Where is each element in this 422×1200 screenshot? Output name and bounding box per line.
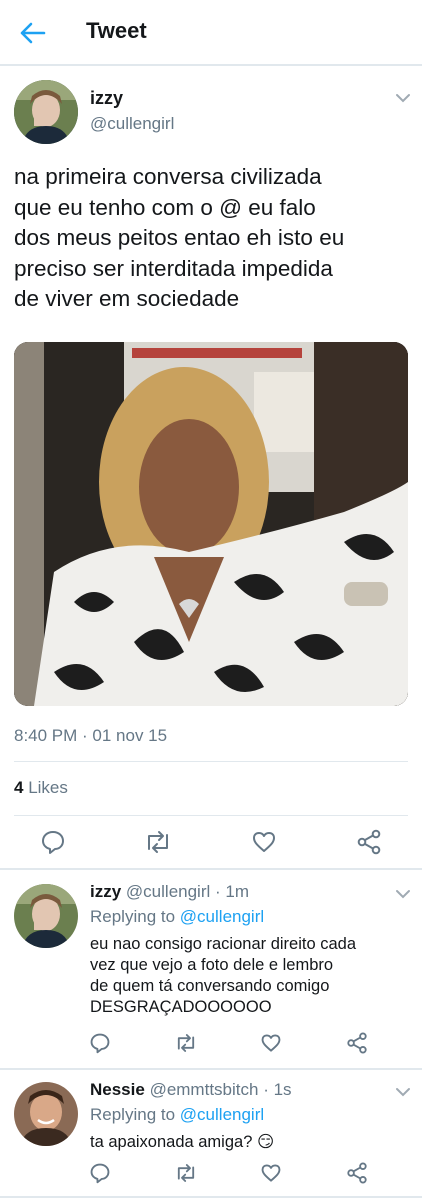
chevron-down-icon[interactable] — [395, 888, 411, 900]
likes-count: 4 — [14, 778, 24, 797]
reply-text-line: DESGRAÇADOOOOOO — [90, 998, 272, 1016]
tweet-text-line: que eu tenho com o @ eu falo — [14, 194, 316, 220]
tweet-text-line: de viver em sociedade — [14, 286, 240, 311]
likes-stat[interactable]: 4 Likes — [14, 778, 68, 798]
reply-icon[interactable] — [40, 829, 66, 855]
retweet-icon[interactable] — [174, 1162, 198, 1184]
author-name[interactable]: izzy — [90, 88, 123, 109]
retweet-icon[interactable] — [174, 1032, 198, 1054]
top-bar: Tweet — [0, 0, 422, 66]
reply-time: · 1m — [215, 882, 250, 901]
replying-to-handle[interactable]: @cullengirl — [180, 1105, 264, 1124]
section-divider — [0, 868, 422, 870]
reply-time: · 1s — [263, 1080, 292, 1099]
reply-avatar[interactable] — [14, 884, 78, 948]
reply-text: eu nao consigo racionar direito cada vez… — [90, 934, 410, 1018]
divider — [14, 815, 408, 816]
section-divider — [0, 1068, 422, 1070]
replying-to-handle[interactable]: @cullengirl — [180, 907, 264, 926]
reply-text-line: ta apaixonada amiga? 😏 — [90, 1133, 275, 1151]
tweet-text-line: na primeira conversa civilizada — [14, 164, 322, 189]
replying-to-label: Replying to — [90, 1105, 176, 1124]
reply-author-handle[interactable]: @emmttsbitch — [150, 1080, 259, 1099]
reply-text-line: eu nao consigo racionar direito cada — [90, 935, 357, 953]
tweet-text-line: dos meus peitos entao eh isto eu — [14, 225, 345, 250]
reply-author-name[interactable]: izzy — [90, 882, 121, 901]
author-avatar[interactable] — [14, 80, 78, 144]
section-divider — [0, 1196, 422, 1198]
likes-label: Likes — [28, 778, 68, 797]
reply-avatar[interactable] — [14, 1082, 78, 1146]
like-icon[interactable] — [260, 1032, 282, 1054]
share-icon[interactable] — [346, 1162, 368, 1184]
reply-author-handle[interactable]: @cullengirl — [126, 882, 210, 901]
reply-icon[interactable] — [89, 1032, 111, 1054]
tweet-text: na primeira conversa civilizada que eu t… — [14, 162, 414, 315]
replying-to: Replying to @cullengirl — [90, 1105, 264, 1125]
retweet-icon[interactable] — [143, 829, 173, 855]
reply-header: Nessie @emmttsbitch · 1s — [90, 1080, 292, 1100]
tweet-timestamp: 8:40 PM · 01 nov 15 — [14, 726, 168, 745]
back-arrow-icon[interactable] — [18, 20, 48, 46]
tweet-media-image[interactable] — [14, 342, 408, 706]
share-icon[interactable] — [356, 829, 382, 855]
replying-to: Replying to @cullengirl — [90, 907, 264, 927]
tweet-text-line: preciso ser interditada impedida — [14, 255, 333, 281]
chevron-down-icon[interactable] — [395, 92, 411, 104]
reply-author-name[interactable]: Nessie — [90, 1080, 145, 1099]
divider — [14, 761, 408, 762]
share-icon[interactable] — [346, 1032, 368, 1054]
reply-text-line: de quem tá conversando comigo — [90, 977, 330, 995]
like-icon[interactable] — [260, 1162, 282, 1184]
reply-text: ta apaixonada amiga? 😏 — [90, 1132, 410, 1153]
like-icon[interactable] — [251, 829, 277, 855]
reply-icon[interactable] — [89, 1162, 111, 1184]
author-handle[interactable]: @cullengirl — [90, 114, 174, 134]
chevron-down-icon[interactable] — [395, 1086, 411, 1098]
page-title: Tweet — [86, 18, 147, 43]
reply-header: izzy @cullengirl · 1m — [90, 882, 249, 902]
replying-to-label: Replying to — [90, 907, 176, 926]
reply-text-line: vez que vejo a foto dele e lembro — [90, 956, 334, 974]
